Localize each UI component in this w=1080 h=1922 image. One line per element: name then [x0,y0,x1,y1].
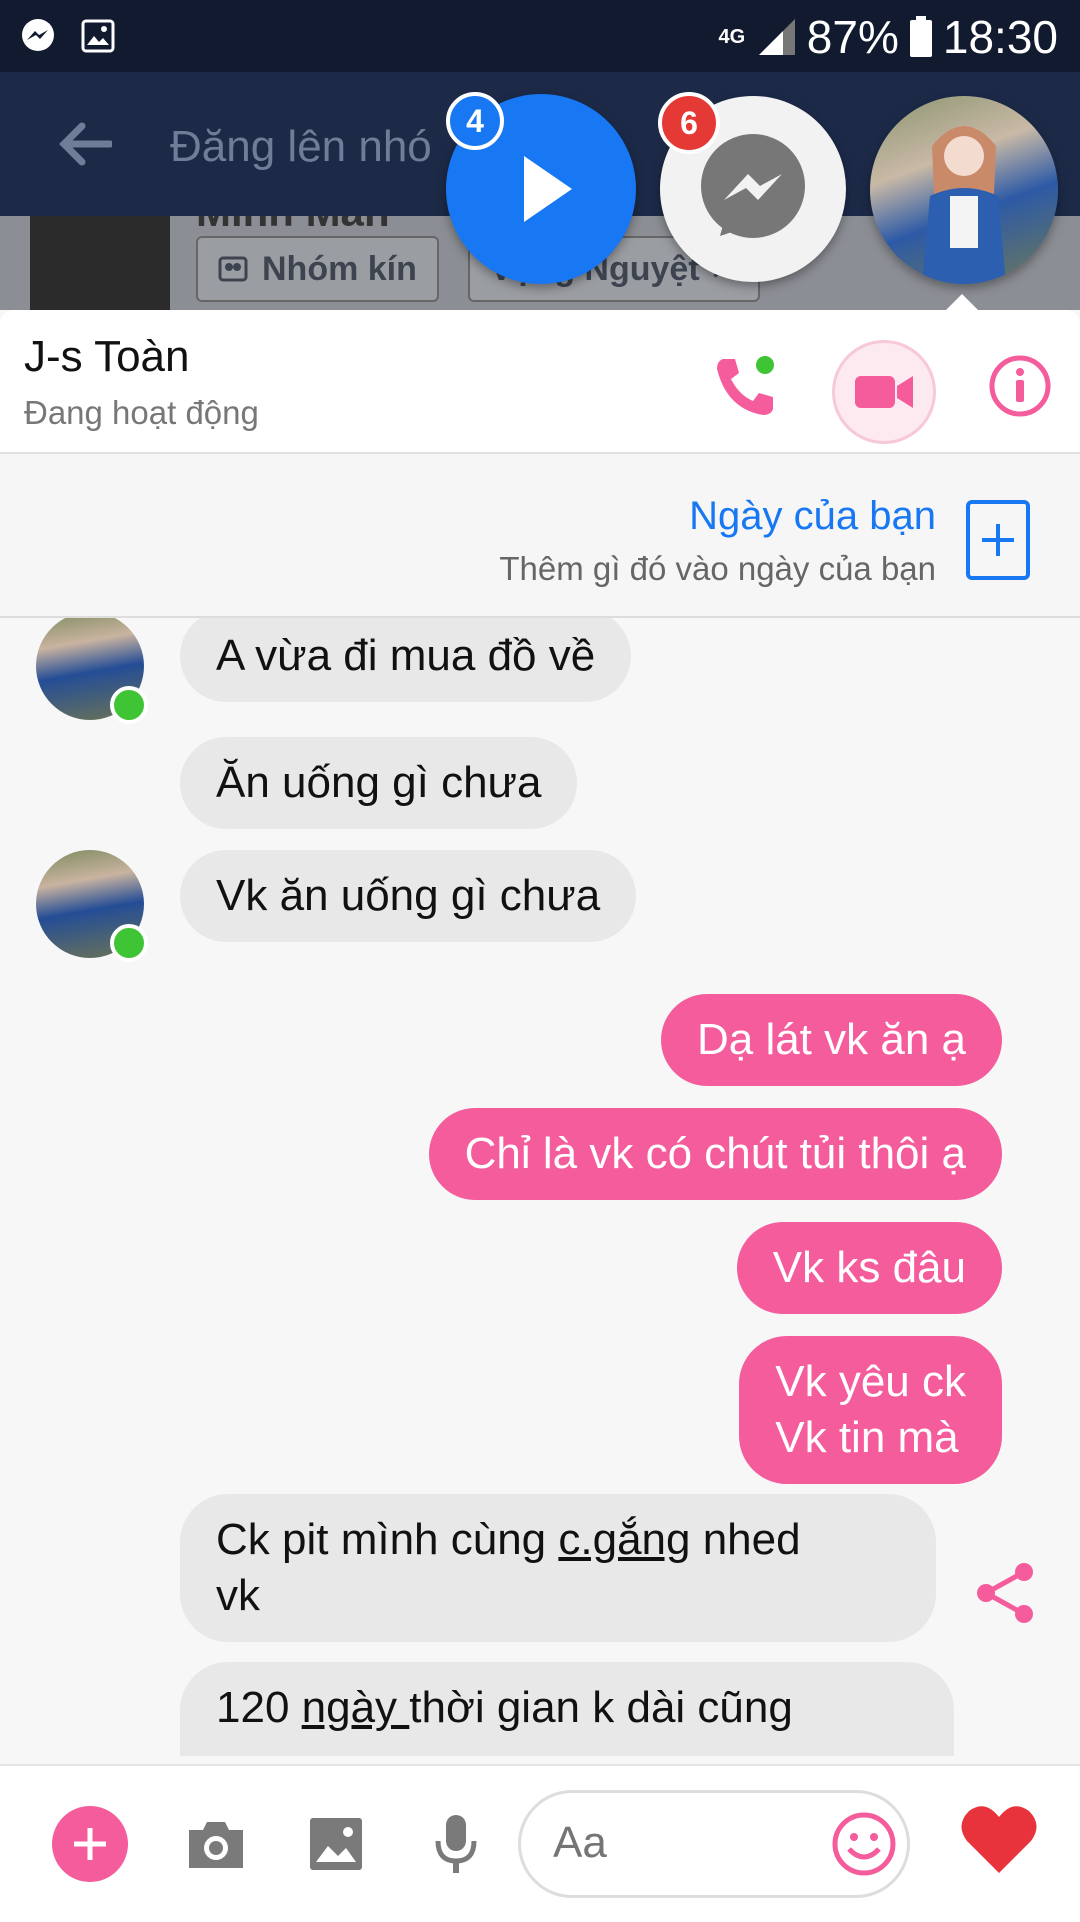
message-line: Vk tin mà [775,1413,959,1462]
contact-name[interactable]: J-s Toàn [24,332,190,382]
message-bubble-incoming[interactable]: A vừa đi mua đồ về [180,618,632,702]
more-actions-button[interactable] [52,1806,128,1882]
message-text: 120 [216,1683,302,1732]
chip-label: Nhóm kín [262,249,417,288]
battery-percent: 87% [806,11,899,63]
chat-panel: J-s Toàn Đang hoạt động Ngày của bạn Thê… [0,310,1080,1920]
online-indicator [110,686,148,724]
add-my-day-button[interactable] [966,500,1030,580]
share-icon [977,1563,1033,1623]
message-input[interactable] [551,1817,795,1869]
group-name: Minh Mãn [196,216,390,236]
message-bubble-outgoing[interactable]: Dạ lát vk ăn ạ [660,994,1002,1086]
message-line: Vk yêu ck [775,1357,966,1406]
plus-icon [74,1828,106,1860]
video-call-button[interactable] [832,340,936,444]
private-group-chip[interactable]: Nhóm kín [196,236,439,302]
message-line: vk [216,1571,260,1620]
smiley-icon [832,1812,896,1876]
message-bubble-outgoing[interactable]: Vk ks đâu [736,1222,1002,1314]
voice-record-button[interactable] [416,1804,496,1884]
my-day-subtitle: Thêm gì đó vào ngày của bạn [499,550,936,587]
underlined-word[interactable]: c.gắng [558,1515,690,1564]
messenger-head-badge: 6 [658,92,720,154]
microphone-icon [435,1815,477,1873]
message-input-wrapper [518,1790,910,1898]
heart-icon [961,1806,1037,1873]
message-bubble-outgoing[interactable]: Chỉ là vk có chút tủi thôi ạ [428,1108,1002,1200]
clock: 18:30 [942,11,1058,63]
my-day-title[interactable]: Ngày của bạn [689,494,936,539]
my-day-banner[interactable]: Ngày của bạn Thêm gì đó vào ngày của bạn [0,454,1080,618]
contact-chat-head[interactable] [870,96,1058,284]
message-bubble-incoming[interactable]: Vk ăn uống gì chưa [180,850,637,942]
phone-icon [717,356,774,415]
message-text: Ck pit mình cùng [216,1515,559,1564]
messenger-notification-icon [18,16,58,56]
underlined-word[interactable]: ngày [302,1683,410,1732]
gallery-button[interactable] [296,1804,376,1884]
message-bubble-incoming[interactable]: Ck pit mình cùng c.gắng nhed vk [180,1494,936,1642]
message-text: nhed [690,1515,801,1564]
message-bubble-incoming[interactable]: 120 ngày thời gian k dài cũng [180,1662,954,1756]
contact-status: Đang hoạt động [24,394,259,431]
info-button[interactable] [980,346,1060,426]
group-icon [218,256,248,282]
image-icon [310,1818,362,1870]
back-arrow-icon[interactable] [58,122,114,166]
video-camera-icon [855,376,913,408]
play-head-badge: 4 [446,92,504,150]
camera-button[interactable] [176,1804,256,1884]
network-type: 4G [718,26,746,48]
camera-icon [189,1822,243,1868]
message-text: thời gian k dài cũng [409,1683,793,1732]
battery-icon [909,16,932,57]
contact-photo [922,126,1006,284]
message-composer [0,1764,1080,1922]
signal-icon [758,19,795,55]
plus-icon [982,524,1014,556]
message-bubble-incoming[interactable]: Ăn uống gì chưa [180,737,578,829]
info-icon [989,355,1051,417]
voice-call-button[interactable] [704,346,784,426]
share-message-button[interactable] [974,1560,1036,1626]
group-thumbnail [30,216,170,310]
online-indicator [110,924,148,962]
heart-button[interactable] [956,1796,1042,1882]
message-list: A vừa đi mua đồ về Ăn uống gì chưa Vk ăn… [0,618,1080,1756]
chat-header: J-s Toàn Đang hoạt động [0,310,1080,454]
gallery-notification-icon [78,16,118,56]
message-bubble-outgoing[interactable]: Vk yêu ck Vk tin mà [739,1336,1002,1484]
status-bar: 4G 87% 18:30 [0,0,1080,72]
background-app-title: Đăng lên nhó [170,122,432,171]
emoji-button[interactable] [831,1811,897,1877]
